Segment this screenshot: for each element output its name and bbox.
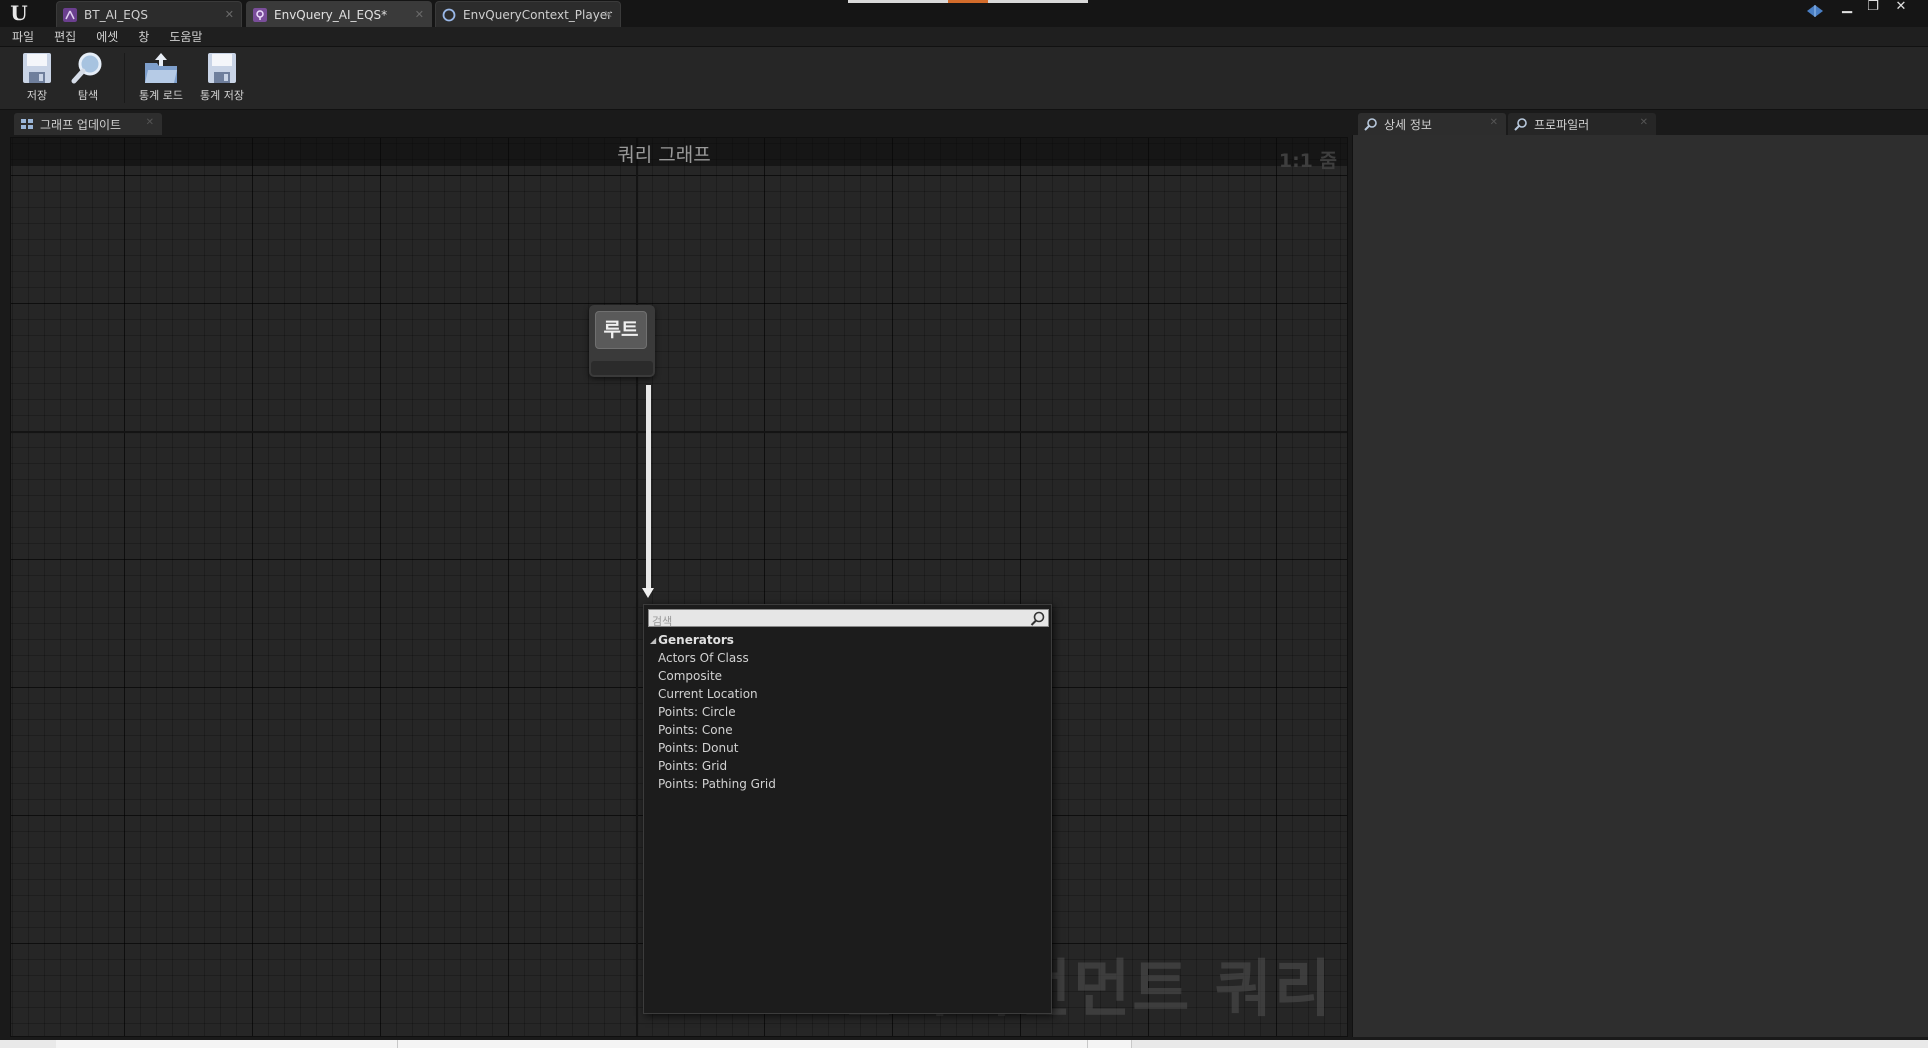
save-stats-button[interactable]: 통계 저장 — [194, 51, 250, 107]
category-generators[interactable]: ◢ Generators — [644, 631, 1051, 649]
bottom-strip — [0, 1040, 1928, 1048]
tab-label: BT_AI_EQS — [84, 7, 148, 22]
menu-edit[interactable]: 편집 — [54, 28, 76, 45]
generator-context-menu: ◢ Generators Actors Of Class Composite C… — [643, 604, 1052, 1014]
close-icon[interactable]: ✕ — [1640, 117, 1648, 128]
menu-window[interactable]: 창 — [138, 28, 149, 45]
load-stats-label: 통계 로드 — [139, 89, 183, 102]
menu-help[interactable]: 도움말 — [169, 28, 202, 45]
connection-wire — [646, 385, 651, 590]
tab-envquery-ai-eqs[interactable]: EnvQuery_AI_EQS* ✕ — [246, 1, 432, 27]
save-stats-icon — [208, 53, 236, 83]
toolbar-separator — [124, 53, 125, 103]
minimize-icon[interactable]: ▁ — [1834, 0, 1860, 16]
zoom-level: 1:1 줌 — [1278, 150, 1337, 172]
menu-item-points-pathing-grid[interactable]: Points: Pathing Grid — [644, 775, 1051, 793]
tab-profiler[interactable]: 프로파일러 ✕ — [1508, 113, 1656, 135]
browse-label: 탐색 — [77, 89, 99, 102]
search-input[interactable] — [649, 613, 1019, 630]
close-icon[interactable]: ✕ — [225, 8, 234, 21]
menu-item-composite[interactable]: Composite — [644, 667, 1051, 685]
tab-graph-update[interactable]: 그래프 업데이트 ✕ — [14, 113, 162, 135]
graph-tabstrip: 그래프 업데이트 ✕ — [10, 113, 1350, 135]
folder-open-icon — [145, 53, 177, 83]
title-progress-bar — [848, 0, 1088, 3]
magnifier-icon — [1514, 118, 1527, 131]
magnifier-icon — [71, 52, 102, 84]
menu-item-current-location[interactable]: Current Location — [644, 685, 1051, 703]
left-edge — [0, 110, 8, 1040]
menu-item-points-donut[interactable]: Points: Donut — [644, 739, 1051, 757]
close-window-icon[interactable]: ✕ — [1888, 0, 1914, 16]
menu-item-points-circle[interactable]: Points: Circle — [644, 703, 1051, 721]
search-box[interactable] — [648, 609, 1049, 630]
close-icon[interactable]: ✕ — [1490, 117, 1498, 128]
category-label: Generators — [658, 633, 734, 647]
tab-envquerycontext-player[interactable]: EnvQueryContext_Player ✕ — [435, 1, 621, 27]
unreal-logo-icon[interactable]: U — [8, 2, 30, 24]
graph-icon — [21, 119, 33, 129]
close-icon[interactable]: ✕ — [415, 8, 424, 21]
menu-bar: 파일 편집 에셋 창 도움말 — [0, 27, 1928, 47]
browse-button[interactable]: 탐색 — [60, 51, 116, 107]
graph-title: 쿼리 그래프 — [617, 144, 711, 166]
load-stats-button[interactable]: 통계 로드 — [133, 51, 189, 107]
save-stats-label: 통계 저장 — [200, 89, 244, 102]
close-icon[interactable]: ✕ — [146, 117, 154, 128]
title-bar: U BT_AI_EQS ✕ EnvQuery_AI_EQS* ✕ EnvQuer… — [0, 0, 1928, 27]
details-panel — [1352, 135, 1928, 1037]
restore-icon[interactable]: ❐ — [1860, 0, 1886, 16]
toolbar: 저장 탐색 통계 로드 통계 저장 — [0, 47, 1928, 110]
tab-details[interactable]: 상세 정보 ✕ — [1358, 113, 1506, 135]
editor-window: U BT_AI_EQS ✕ EnvQuery_AI_EQS* ✕ EnvQuer… — [0, 0, 1928, 1048]
menu-item-points-cone[interactable]: Points: Cone — [644, 721, 1051, 739]
magnifier-icon — [1364, 118, 1377, 131]
wire-arrow-icon — [642, 588, 654, 598]
tab-label: EnvQueryContext_Player — [463, 7, 613, 22]
menu-asset[interactable]: 에셋 — [96, 28, 118, 45]
save-label: 저장 — [26, 89, 48, 102]
tab-label: EnvQuery_AI_EQS* — [274, 7, 388, 22]
menu-file[interactable]: 파일 — [12, 28, 34, 45]
env-query-icon — [253, 7, 267, 22]
menu-item-actors-of-class[interactable]: Actors Of Class — [644, 649, 1051, 667]
close-icon[interactable]: ✕ — [604, 8, 613, 21]
save-button[interactable]: 저장 — [9, 51, 65, 107]
search-icon[interactable] — [1030, 611, 1045, 626]
tab-bt-ai-eqs[interactable]: BT_AI_EQS ✕ — [56, 1, 242, 27]
menu-item-points-grid[interactable]: Points: Grid — [644, 757, 1051, 775]
root-node-label: 루트 — [595, 311, 647, 349]
save-icon — [23, 53, 51, 83]
details-tabstrip: 상세 정보 ✕ 프로파일러 ✕ — [1352, 113, 1928, 135]
collapse-triangle-icon[interactable]: ◢ — [650, 636, 656, 645]
tab-label: 그래프 업데이트 — [40, 117, 122, 132]
root-output-pin[interactable] — [591, 361, 653, 375]
context-menu-list: ◢ Generators Actors Of Class Composite C… — [644, 631, 1051, 793]
behavior-tree-icon — [63, 7, 77, 22]
tab-label: 프로파일러 — [1534, 117, 1590, 132]
graph-header: 쿼리 그래프 1:1 줌 — [11, 138, 1347, 172]
root-node[interactable]: 루트 — [589, 305, 655, 377]
context-icon — [442, 8, 456, 21]
notification-icon[interactable] — [1806, 3, 1824, 19]
tab-label: 상세 정보 — [1384, 117, 1432, 132]
